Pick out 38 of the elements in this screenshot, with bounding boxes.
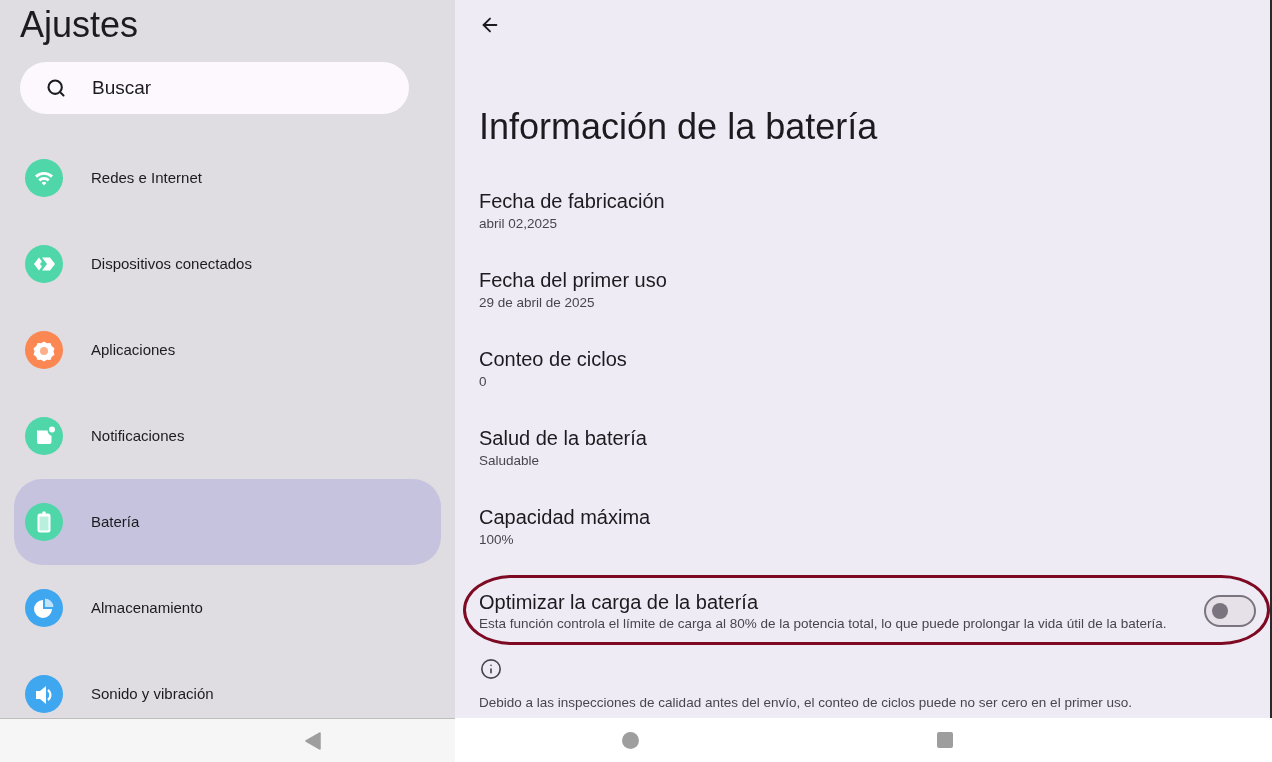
detail-title: Capacidad máxima: [479, 505, 651, 529]
home-button[interactable]: [621, 731, 639, 749]
detail-title: Salud de la batería: [479, 426, 647, 450]
setting-description: Esta función controla el límite de carga al 80% de la potencia total, lo que puede prolongar la vida útil de la batería.: [479, 614, 1167, 633]
setting-title: Optimizar la carga de la batería: [479, 589, 759, 614]
sidebar-item-label: Sonido y vibración: [91, 683, 214, 704]
sidebar-item[interactable]: Redes e Internet: [14, 135, 441, 221]
footer-note: Debido a las inspecciones de calidad antes del envío, el conteo de ciclos puede no ser cero en el primer uso.: [479, 694, 1132, 712]
sidebar-item[interactable]: Sonido y vibración: [14, 651, 441, 718]
sidebar-item[interactable]: Almacenamiento: [14, 565, 441, 651]
detail-value: Saludable: [479, 452, 540, 470]
back-triangle-icon: [305, 731, 321, 750]
toggle-switch[interactable]: [1204, 595, 1256, 627]
sidebar-item-label: Aplicaciones: [91, 339, 176, 360]
sidebar-item-label: Dispositivos conectados: [91, 253, 252, 274]
sidebar-item-label: Notificaciones: [91, 425, 185, 446]
detail-value: 0: [479, 373, 487, 391]
square-icon: [937, 732, 953, 748]
detail-value: 100%: [479, 531, 514, 549]
detail-title: Conteo de ciclos: [479, 347, 627, 371]
search-icon: [46, 78, 66, 98]
recents-button[interactable]: [936, 731, 954, 749]
detail-value: 29 de abril de 2025: [479, 294, 595, 312]
sidebar-item[interactable]: Notificaciones: [14, 393, 441, 479]
detail-title: Fecha del primer uso: [479, 268, 667, 292]
detail-value: abril 02,2025: [479, 215, 558, 233]
info-icon: [480, 658, 502, 680]
home-circle-icon: [621, 731, 639, 749]
sidebar-item-label: Batería: [91, 511, 140, 532]
search-field[interactable]: Buscar: [20, 62, 409, 114]
page-title: Información de la batería: [479, 107, 878, 147]
sidebar-item-label: Redes e Internet: [91, 167, 202, 188]
detail-title: Fecha de fabricación: [479, 189, 665, 213]
sidebar-item[interactable]: Aplicaciones: [14, 307, 441, 393]
sidebar-title: Ajustes: [20, 5, 139, 45]
sidebar-item[interactable]: Batería: [14, 479, 441, 565]
sidebar-item[interactable]: Dispositivos conectados: [14, 221, 441, 307]
sidebar-item-label: Almacenamiento: [91, 597, 203, 618]
